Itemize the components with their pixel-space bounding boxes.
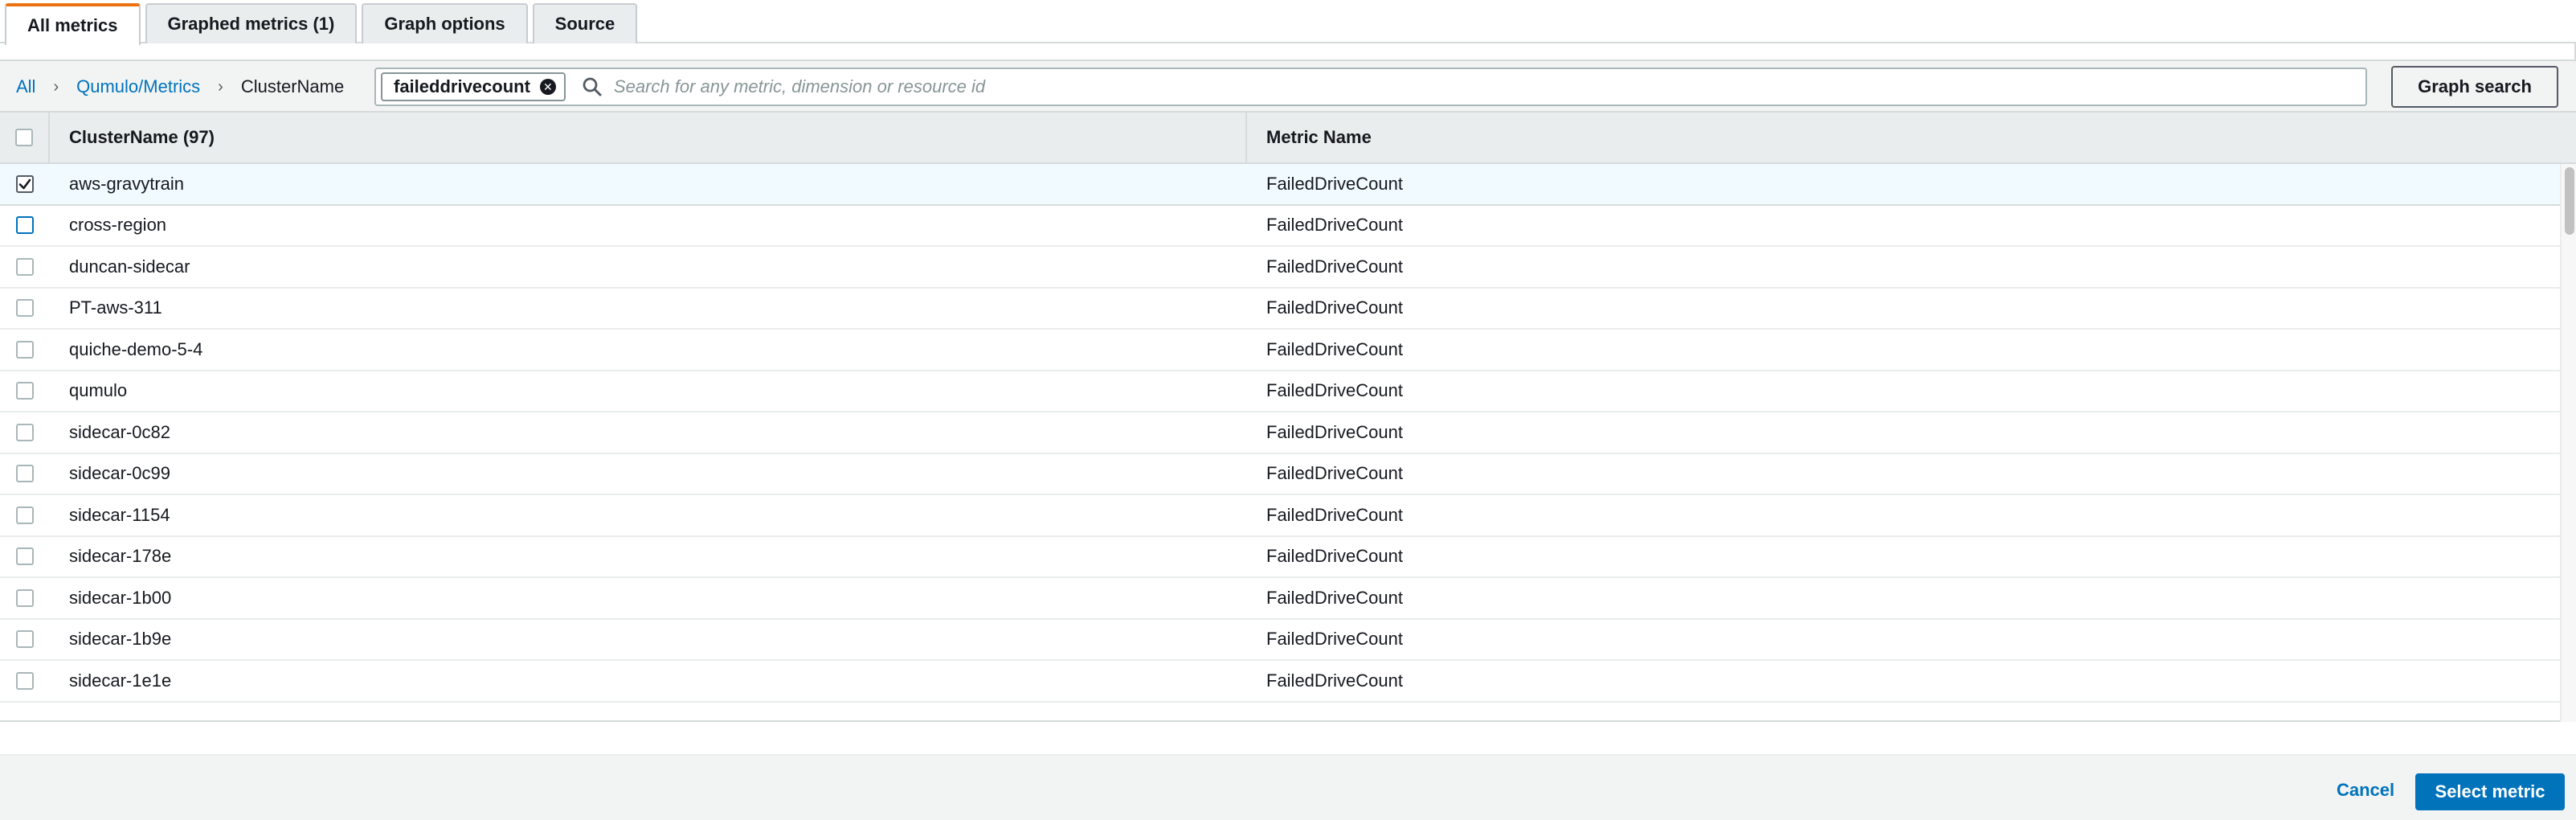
breadcrumb-separator-icon: ›	[218, 77, 223, 96]
cell-cluster-name: sidecar-0c82	[69, 421, 170, 442]
cell-cluster-name: sidecar-1b9e	[69, 629, 172, 650]
cell-cluster-name: sidecar-1e1e	[69, 670, 172, 691]
search-bar: All › Qumulo/Metrics › ClusterName faile…	[0, 61, 2576, 113]
cell-cluster-name: PT-aws-311	[69, 297, 162, 318]
search-token-label: faileddrivecount	[394, 76, 530, 96]
cell-metric-name: FailedDriveCount	[1266, 215, 1403, 236]
checkmark-icon	[18, 178, 31, 190]
table-body: aws-gravytrain FailedDriveCount cross-regi…	[0, 164, 2560, 722]
row-checkbox[interactable]	[16, 547, 34, 566]
tab-graphed-metrics[interactable]: Graphed metrics (1)	[145, 3, 358, 43]
cell-metric-name: FailedDriveCount	[1266, 629, 1403, 650]
table-row[interactable]: sidecar-0c99 FailedDriveCount	[0, 453, 2560, 495]
row-checkbox-cell	[0, 299, 50, 318]
row-checkbox-cell	[0, 588, 50, 607]
table-row[interactable]: duncan-sidecar FailedDriveCount	[0, 247, 2560, 289]
table-row[interactable]: cross-region FailedDriveCount	[0, 205, 2560, 247]
cell-cluster-name: qumulo	[69, 380, 128, 401]
cell-metric-name: FailedDriveCount	[1266, 338, 1403, 359]
row-checkbox-cell	[0, 465, 50, 483]
cell-cluster-name: sidecar-1154	[69, 504, 170, 525]
breadcrumb-namespace-link[interactable]: Qumulo/Metrics	[76, 76, 200, 97]
row-checkbox-cell	[0, 382, 50, 400]
row-checkbox-cell	[0, 630, 50, 649]
cell-metric-name: FailedDriveCount	[1266, 297, 1403, 318]
row-checkbox-cell	[0, 340, 50, 359]
table-row[interactable]: sidecar-1b00 FailedDriveCount	[0, 578, 2560, 620]
column-header-clustername[interactable]: ClusterName (97)	[50, 112, 1247, 163]
footer: Cancel Select metric	[0, 754, 2576, 820]
tab-graph-options[interactable]: Graph options	[362, 3, 528, 43]
breadcrumb-dimension: ClusterName	[240, 76, 345, 96]
row-checkbox[interactable]	[16, 506, 34, 524]
cell-cluster-name: cross-region	[69, 215, 167, 236]
tab-all-metrics[interactable]: All metrics	[5, 3, 141, 45]
row-checkbox[interactable]	[16, 382, 34, 400]
cell-metric-name: FailedDriveCount	[1266, 587, 1403, 608]
cell-metric-name: FailedDriveCount	[1266, 421, 1403, 442]
cell-cluster-name: sidecar-1b00	[69, 587, 172, 608]
table-row[interactable]: quiche-demo-5-4 FailedDriveCount	[0, 330, 2560, 371]
close-icon[interactable]: ✕	[539, 79, 556, 95]
cell-metric-name: FailedDriveCount	[1266, 173, 1403, 194]
row-checkbox[interactable]	[16, 299, 34, 318]
table-row[interactable]: PT-aws-311 FailedDriveCount	[0, 288, 2560, 330]
cell-cluster-name: quiche-demo-5-4	[69, 338, 203, 359]
table-row[interactable]: sidecar-178e FailedDriveCount	[0, 536, 2560, 578]
row-checkbox[interactable]	[16, 423, 34, 441]
row-checkbox-cell	[0, 547, 50, 566]
cell-metric-name: FailedDriveCount	[1266, 546, 1403, 567]
search-icon	[583, 77, 602, 96]
tab-source[interactable]: Source	[532, 3, 638, 43]
row-checkbox[interactable]	[16, 174, 34, 193]
row-checkbox[interactable]	[16, 671, 34, 690]
search-input[interactable]	[611, 76, 2139, 98]
table-row[interactable]: sidecar-0c82 FailedDriveCount	[0, 412, 2560, 454]
row-checkbox-cell	[0, 174, 50, 193]
scrollbar[interactable]	[2560, 164, 2576, 722]
cell-cluster-name: duncan-sidecar	[69, 256, 190, 277]
scrollbar-thumb[interactable]	[2565, 167, 2574, 235]
row-checkbox[interactable]	[16, 216, 34, 235]
breadcrumb-all-link[interactable]: All	[16, 76, 35, 97]
row-checkbox[interactable]	[16, 588, 34, 607]
panel-frame	[0, 43, 2576, 61]
row-checkbox-cell	[0, 423, 50, 441]
table-row[interactable]: qumulo FailedDriveCount	[0, 371, 2560, 412]
row-checkbox[interactable]	[16, 340, 34, 359]
search-field[interactable]: faileddrivecount ✕	[374, 68, 2367, 106]
graph-search-button[interactable]: Graph search	[2391, 66, 2558, 108]
cell-metric-name: FailedDriveCount	[1266, 670, 1403, 691]
breadcrumb: All › Qumulo/Metrics › ClusterName	[16, 61, 344, 113]
cell-cluster-name: sidecar-0c99	[69, 463, 170, 484]
breadcrumb-separator-icon: ›	[53, 77, 59, 96]
table-header: ClusterName (97) Metric Name	[0, 112, 2576, 164]
row-checkbox[interactable]	[16, 257, 34, 276]
search-token: faileddrivecount ✕	[381, 72, 566, 101]
select-metric-button[interactable]: Select metric	[2415, 773, 2565, 810]
cell-metric-name: FailedDriveCount	[1266, 380, 1403, 401]
cancel-button[interactable]: Cancel	[2337, 780, 2394, 801]
cell-metric-name: FailedDriveCount	[1266, 463, 1403, 484]
column-header-metric-name[interactable]: Metric Name	[1247, 112, 2576, 163]
table-row[interactable]: sidecar-1b9e FailedDriveCount	[0, 619, 2560, 661]
select-all-cell	[0, 112, 50, 163]
tab-bar: All metrics Graphed metrics (1) Graph op…	[0, 0, 2576, 45]
cell-cluster-name: sidecar-178e	[69, 546, 172, 567]
select-all-checkbox[interactable]	[15, 129, 33, 146]
cell-cluster-name: aws-gravytrain	[69, 173, 185, 194]
row-checkbox-cell	[0, 671, 50, 690]
table-row[interactable]: sidecar-1e1e FailedDriveCount	[0, 661, 2560, 703]
table-row[interactable]: aws-gravytrain FailedDriveCount	[0, 164, 2560, 206]
cell-metric-name: FailedDriveCount	[1266, 504, 1403, 525]
row-checkbox-cell	[0, 216, 50, 235]
cell-metric-name: FailedDriveCount	[1266, 256, 1403, 277]
table-row[interactable]: sidecar-1154 FailedDriveCount	[0, 495, 2560, 537]
row-checkbox-cell	[0, 506, 50, 524]
row-checkbox-cell	[0, 257, 50, 276]
row-checkbox[interactable]	[16, 465, 34, 483]
row-checkbox[interactable]	[16, 630, 34, 649]
